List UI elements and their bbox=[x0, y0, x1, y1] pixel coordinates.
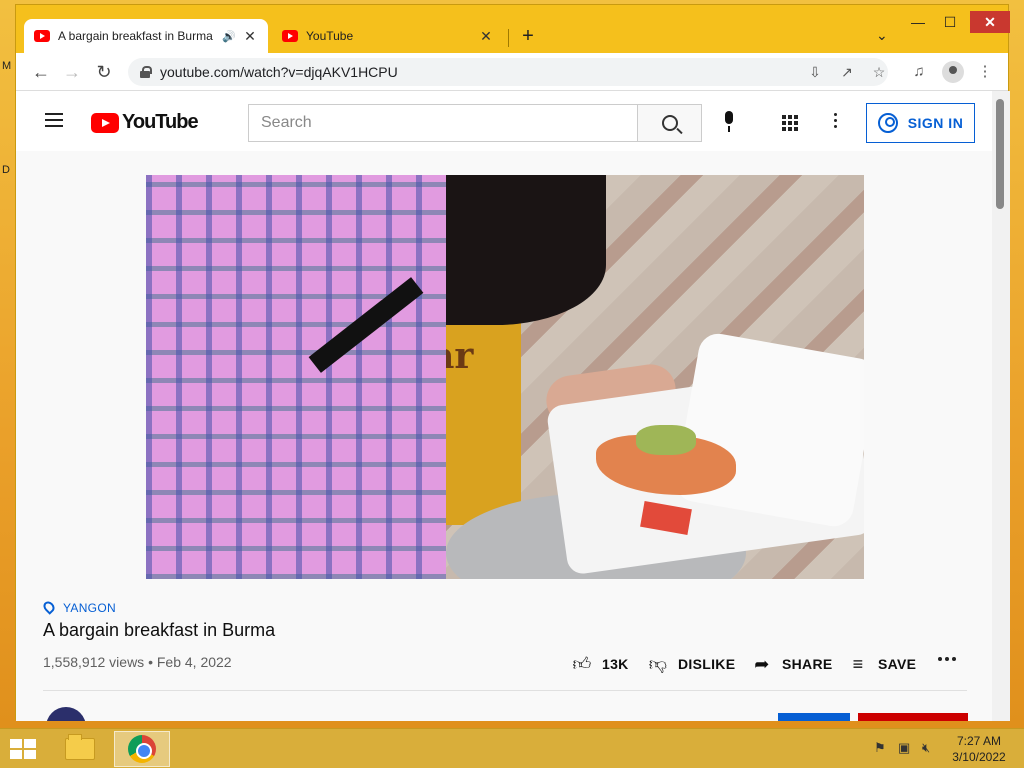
install-app-icon[interactable]: ⇩ bbox=[804, 58, 826, 86]
clock-time: 7:27 AM bbox=[956, 734, 1002, 748]
video-foam-lid bbox=[672, 330, 864, 530]
tab-strip: A bargain breakfast in Burma 🔊 ✕ YouTube… bbox=[16, 5, 1010, 53]
close-tab-icon[interactable]: ✕ bbox=[478, 28, 494, 45]
voice-search-mic-icon[interactable] bbox=[722, 111, 736, 133]
tab-title: YouTube bbox=[306, 29, 354, 43]
dislike-label: DISLIKE bbox=[678, 656, 736, 672]
more-actions-icon[interactable] bbox=[938, 657, 956, 661]
profile-avatar-icon[interactable] bbox=[942, 61, 964, 83]
youtube-play-icon bbox=[91, 112, 119, 133]
media-control-icon[interactable]: ♫ bbox=[908, 61, 930, 83]
hamburger-menu-icon[interactable] bbox=[45, 113, 63, 127]
lock-icon bbox=[140, 66, 152, 78]
save-button[interactable]: ≡ SAVE bbox=[848, 653, 916, 675]
video-plaid-sleeve bbox=[146, 175, 446, 579]
apps-grid-icon[interactable] bbox=[782, 115, 798, 131]
search-button[interactable] bbox=[638, 104, 702, 142]
file-explorer-icon[interactable] bbox=[52, 731, 108, 767]
tab-separator bbox=[508, 29, 509, 47]
thumbs-down-icon: 👎︎ bbox=[648, 654, 668, 674]
search-icon bbox=[661, 115, 678, 131]
search-placeholder: Search bbox=[261, 114, 312, 131]
close-tab-icon[interactable]: ✕ bbox=[242, 28, 258, 45]
minimize-button[interactable]: — bbox=[906, 11, 930, 33]
chrome-taskbar-icon[interactable] bbox=[114, 731, 170, 767]
share-page-icon[interactable]: ↗ bbox=[836, 58, 858, 86]
youtube-favicon-icon bbox=[34, 30, 50, 42]
divider bbox=[43, 690, 967, 691]
search-input[interactable]: Search bbox=[248, 104, 638, 142]
save-label: SAVE bbox=[878, 656, 917, 672]
tab-title: A bargain breakfast in Burma bbox=[58, 29, 213, 43]
youtube-header: YouTube Search SIGN IN bbox=[16, 91, 992, 151]
like-button[interactable]: 👍︎ 13K bbox=[572, 653, 629, 675]
maximize-button[interactable]: ☐ bbox=[938, 11, 962, 33]
system-clock[interactable]: 7:27 AM 3/10/2022 bbox=[944, 733, 1014, 765]
tab-video[interactable]: A bargain breakfast in Burma 🔊 ✕ bbox=[24, 19, 268, 53]
browser-window: A bargain breakfast in Burma 🔊 ✕ YouTube… bbox=[15, 4, 1010, 721]
action-center-flag-icon[interactable]: ⚑ bbox=[874, 740, 886, 756]
subscribe-button[interactable] bbox=[858, 713, 968, 721]
volume-muted-icon[interactable]: 🔇︎ bbox=[922, 740, 930, 756]
clock-date: 3/10/2022 bbox=[952, 750, 1006, 764]
network-icon[interactable]: ▣ bbox=[898, 740, 910, 756]
new-tab-button[interactable]: + bbox=[516, 25, 540, 48]
video-player[interactable]: bear bbox=[146, 175, 864, 579]
youtube-page: YouTube Search SIGN IN bear bbox=[16, 91, 1010, 721]
share-arrow-icon: ➦ bbox=[754, 654, 770, 674]
bookmark-star-icon[interactable]: ☆ bbox=[868, 58, 890, 86]
browser-toolbar: ← → ↻ youtube.com/watch?v=djqAKV1HCPU ⇩ … bbox=[16, 53, 1008, 91]
account-icon bbox=[877, 113, 898, 133]
thumbs-up-icon: 👍︎ bbox=[572, 654, 592, 674]
location-pin-icon bbox=[41, 599, 57, 615]
page-scrollbar[interactable] bbox=[992, 91, 1010, 721]
share-label: SHARE bbox=[782, 656, 833, 672]
speaker-icon[interactable]: 🔊 bbox=[222, 30, 236, 43]
like-count: 13K bbox=[602, 656, 629, 672]
youtube-logo-text: YouTube bbox=[122, 111, 199, 133]
desktop-icon-label: D bbox=[2, 164, 10, 176]
video-location-link[interactable]: YANGON bbox=[63, 601, 116, 615]
video-food-greens bbox=[636, 425, 696, 455]
youtube-favicon-icon bbox=[282, 30, 298, 42]
share-button[interactable]: ➦ SHARE bbox=[752, 653, 833, 675]
windows-start-icon[interactable] bbox=[10, 739, 38, 761]
settings-kebab-icon[interactable] bbox=[834, 113, 838, 131]
forward-arrow-icon[interactable]: → bbox=[61, 61, 83, 83]
playlist-add-icon: ≡ bbox=[852, 654, 864, 674]
taskbar: ⚑ ▣ 🔇︎ 7:27 AM 3/10/2022 bbox=[0, 728, 1024, 768]
back-arrow-icon[interactable]: ← bbox=[30, 61, 52, 83]
browser-menu-icon[interactable]: ⋮ bbox=[974, 61, 996, 83]
tab-search-chevron-icon[interactable]: ⌄ bbox=[876, 27, 888, 44]
join-button[interactable] bbox=[778, 713, 850, 721]
reload-icon[interactable]: ↻ bbox=[93, 61, 115, 83]
video-title: A bargain breakfast in Burma bbox=[43, 620, 276, 640]
channel-avatar[interactable] bbox=[46, 707, 86, 721]
address-bar[interactable]: youtube.com/watch?v=djqAKV1HCPU ⇩ ↗ ☆ bbox=[128, 58, 888, 86]
tab-youtube[interactable]: YouTube ✕ bbox=[272, 19, 504, 53]
desktop-icon-label: M bbox=[2, 60, 12, 72]
close-window-button[interactable]: ✕ bbox=[970, 11, 1010, 33]
sign-in-button[interactable]: SIGN IN bbox=[866, 103, 975, 143]
dislike-button[interactable]: 👎︎ DISLIKE bbox=[648, 653, 735, 675]
scrollbar-thumb[interactable] bbox=[996, 99, 1004, 209]
url-text: youtube.com/watch?v=djqAKV1HCPU bbox=[160, 64, 398, 80]
sign-in-label: SIGN IN bbox=[907, 115, 964, 131]
video-meta: 1,558,912 views • Feb 4, 2022 bbox=[43, 654, 232, 670]
youtube-logo[interactable]: YouTube bbox=[91, 111, 199, 134]
